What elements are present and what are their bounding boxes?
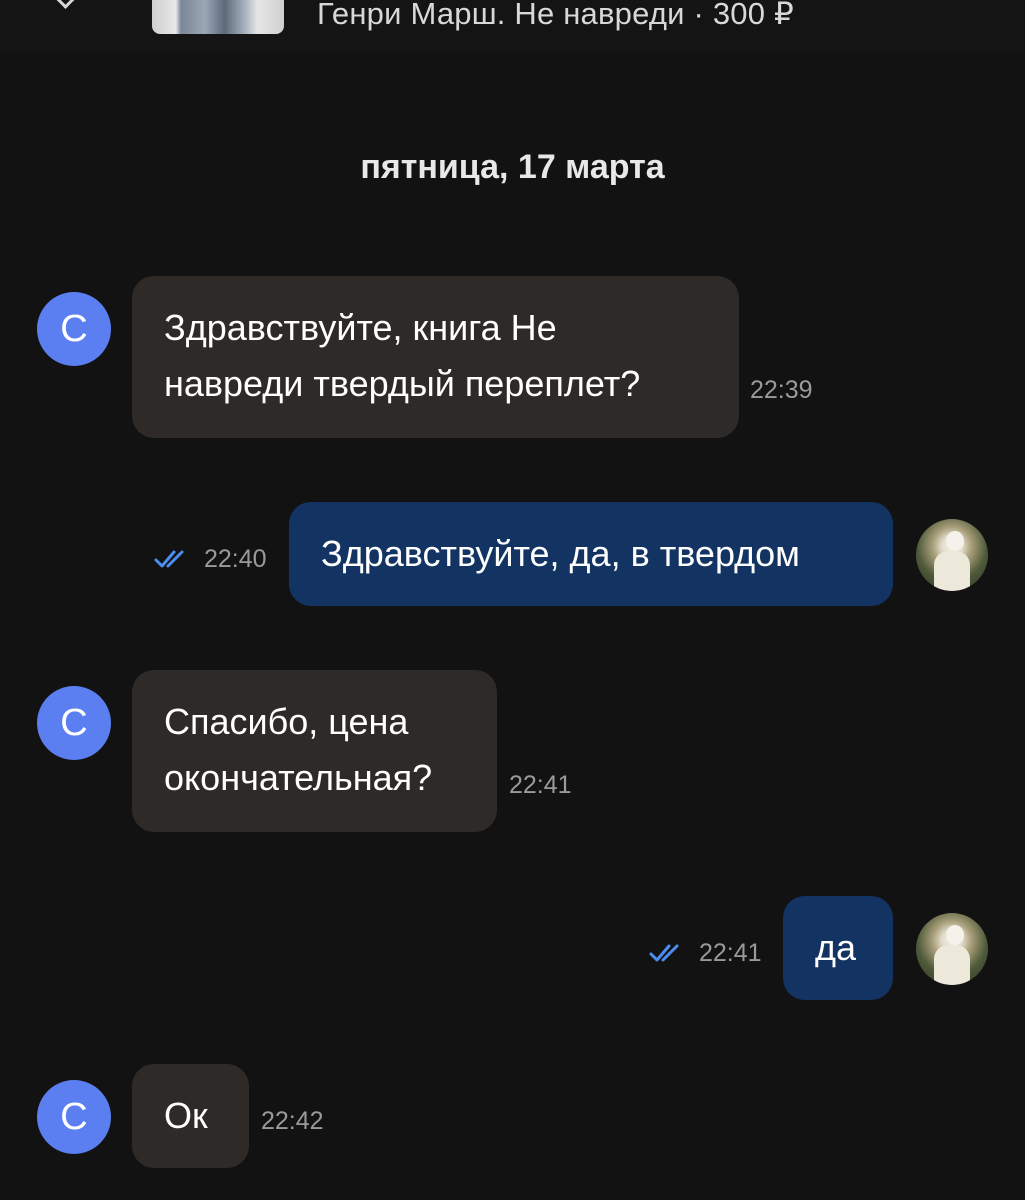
message-text-line: Спасибо, цена [164,701,409,742]
product-thumbnail[interactable] [152,0,284,34]
message-bubble[interactable]: Здравствуйте, книга Не навреди твердый п… [132,276,739,438]
date-separator: пятница, 17 марта [360,148,665,186]
message-bubble[interactable]: Спасибо, цена окончательная? [132,670,497,832]
message-time: 22:41 [699,939,762,967]
chat-header: Генри Марш. Не навреди · 300 ₽ [0,0,1025,52]
message-time: 22:42 [261,1107,324,1135]
message-bubble[interactable]: Здравствуйте, да, в твердом [289,502,893,606]
read-checkmarks-icon [649,944,679,962]
sender-avatar[interactable]: С [37,686,111,760]
sender-avatar[interactable]: С [37,292,111,366]
back-arrow-icon[interactable] [52,0,79,9]
message-text-line: навреди твердый переплет? [164,363,641,404]
product-title[interactable]: Генри Марш. Не навреди · 300 ₽ [317,0,794,32]
message-text-line: Здравствуйте, книга Не [164,307,557,348]
read-checkmarks-icon [154,550,184,568]
message-bubble[interactable]: Ок [132,1064,249,1168]
message-time: 22:40 [204,545,267,573]
user-avatar[interactable] [916,519,988,591]
user-avatar[interactable] [916,913,988,985]
message-text-line: Здравствуйте, да, в твердом [321,533,800,574]
message-time: 22:41 [509,771,572,799]
message-text-line: Ок [164,1095,208,1136]
message-bubble[interactable]: да [783,896,893,1000]
message-text-line: да [815,927,857,968]
sender-avatar[interactable]: С [37,1080,111,1154]
message-text-line: окончательная? [164,757,433,798]
message-time: 22:39 [750,376,813,404]
